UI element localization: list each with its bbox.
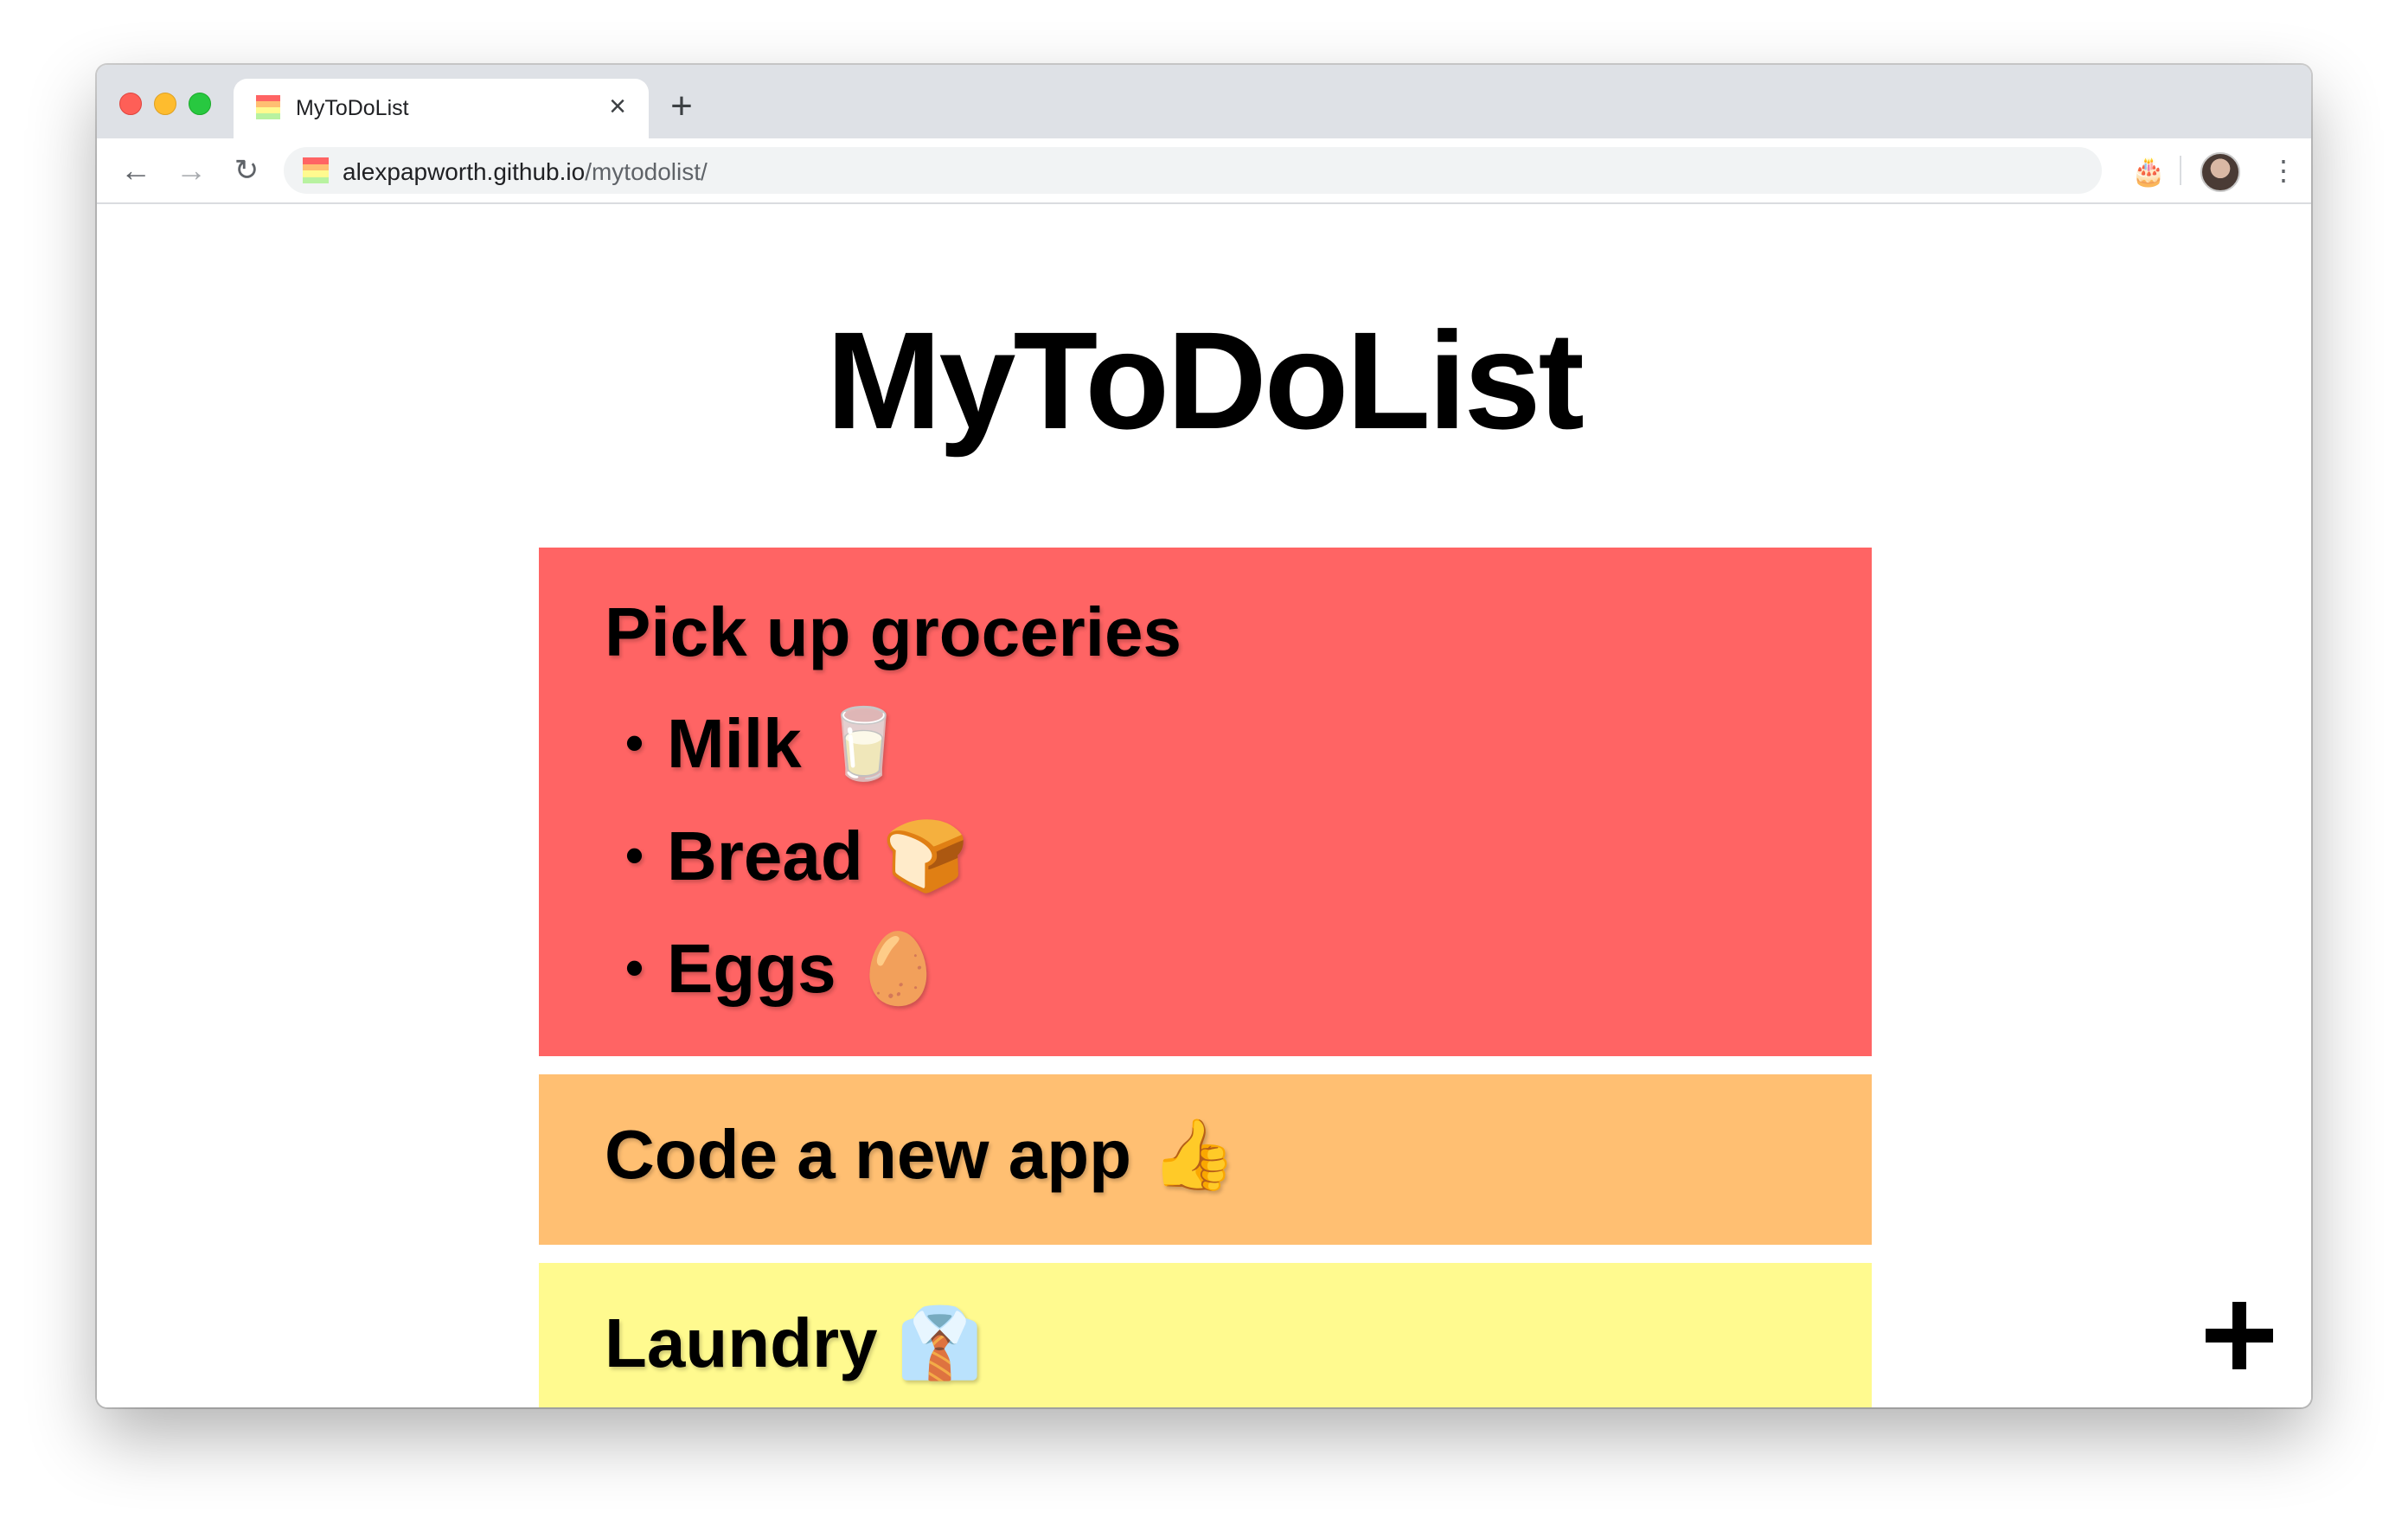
plus-icon[interactable]	[2206, 1302, 2273, 1369]
site-favicon-icon	[303, 157, 329, 183]
bullet-icon: •	[625, 939, 644, 996]
tab-title: MyToDoList	[296, 96, 409, 120]
minimize-window-button[interactable]	[154, 93, 176, 115]
todo-card-laundry[interactable]: Laundry 👔	[539, 1263, 1872, 1407]
todo-subitem-label: Milk 🥛	[667, 705, 907, 782]
favicon-stripe-orange	[303, 163, 329, 170]
url-path: /mytodolist/	[585, 158, 708, 185]
todo-title: Laundry 👔	[605, 1304, 983, 1381]
maximize-window-button[interactable]	[189, 93, 211, 115]
new-tab-button[interactable]: +	[664, 87, 699, 125]
page-title: MyToDoList	[826, 303, 1585, 458]
browser-toolbar: ← → ↻ alexpapworth.github.io/mytodolist/…	[97, 138, 2311, 204]
cake-extension-icon[interactable]: 🎂	[2131, 154, 2166, 189]
favicon-stripe-yellow	[303, 170, 329, 177]
bullet-icon: •	[625, 826, 644, 884]
browser-window: MyToDoList × + ← → ↻ alexpapworth.github…	[97, 65, 2311, 1407]
favicon-stripe-red	[303, 157, 329, 164]
todo-subitem[interactable]: • Bread 🍞	[625, 816, 969, 928]
close-window-button[interactable]	[119, 93, 142, 115]
url-text: alexpapworth.github.io/mytodolist/	[343, 158, 708, 186]
todo-title: Pick up groceries	[605, 593, 1182, 670]
reload-icon[interactable]: ↻	[227, 151, 266, 190]
bullet-icon: •	[625, 714, 644, 772]
favicon-icon	[256, 95, 280, 119]
forward-arrow-icon[interactable]: →	[171, 151, 211, 190]
address-bar[interactable]: alexpapworth.github.io/mytodolist/	[284, 147, 2102, 194]
todo-card-groceries[interactable]: Pick up groceries • Milk 🥛 • Bread 🍞 • Eggs…	[539, 548, 1872, 1056]
todo-card-code-app[interactable]: Code a new app 👍	[539, 1074, 1872, 1245]
tab-strip: MyToDoList × +	[97, 65, 2311, 138]
todo-subitem[interactable]: • Milk 🥛	[625, 703, 969, 816]
todo-subitem-list: • Milk 🥛 • Bread 🍞 • Eggs 🥚	[625, 703, 969, 1041]
favicon-stripe-orange	[256, 101, 280, 107]
todo-title: Code a new app 👍	[605, 1116, 1237, 1193]
toolbar-divider	[2180, 156, 2181, 185]
url-host: alexpapworth.github.io	[343, 158, 586, 185]
favicon-stripe-yellow	[256, 107, 280, 113]
todo-subitem-label: Eggs 🥚	[667, 930, 942, 1007]
profile-avatar[interactable]	[2200, 152, 2240, 192]
favicon-stripe-red	[256, 95, 280, 101]
todo-subitem-label: Bread 🍞	[667, 817, 969, 894]
favicon-stripe-green	[303, 176, 329, 183]
more-menu-icon[interactable]: ⋮	[2270, 152, 2297, 189]
back-arrow-icon[interactable]: ←	[116, 151, 156, 190]
favicon-stripe-green	[256, 113, 280, 119]
todo-subitem[interactable]: • Eggs 🥚	[625, 928, 969, 1041]
page-viewport: MyToDoList Pick up groceries • Milk 🥛 • Br…	[97, 204, 2311, 1407]
tab-mytodolist[interactable]: MyToDoList ×	[234, 79, 649, 138]
tab-close-icon[interactable]: ×	[602, 91, 633, 122]
